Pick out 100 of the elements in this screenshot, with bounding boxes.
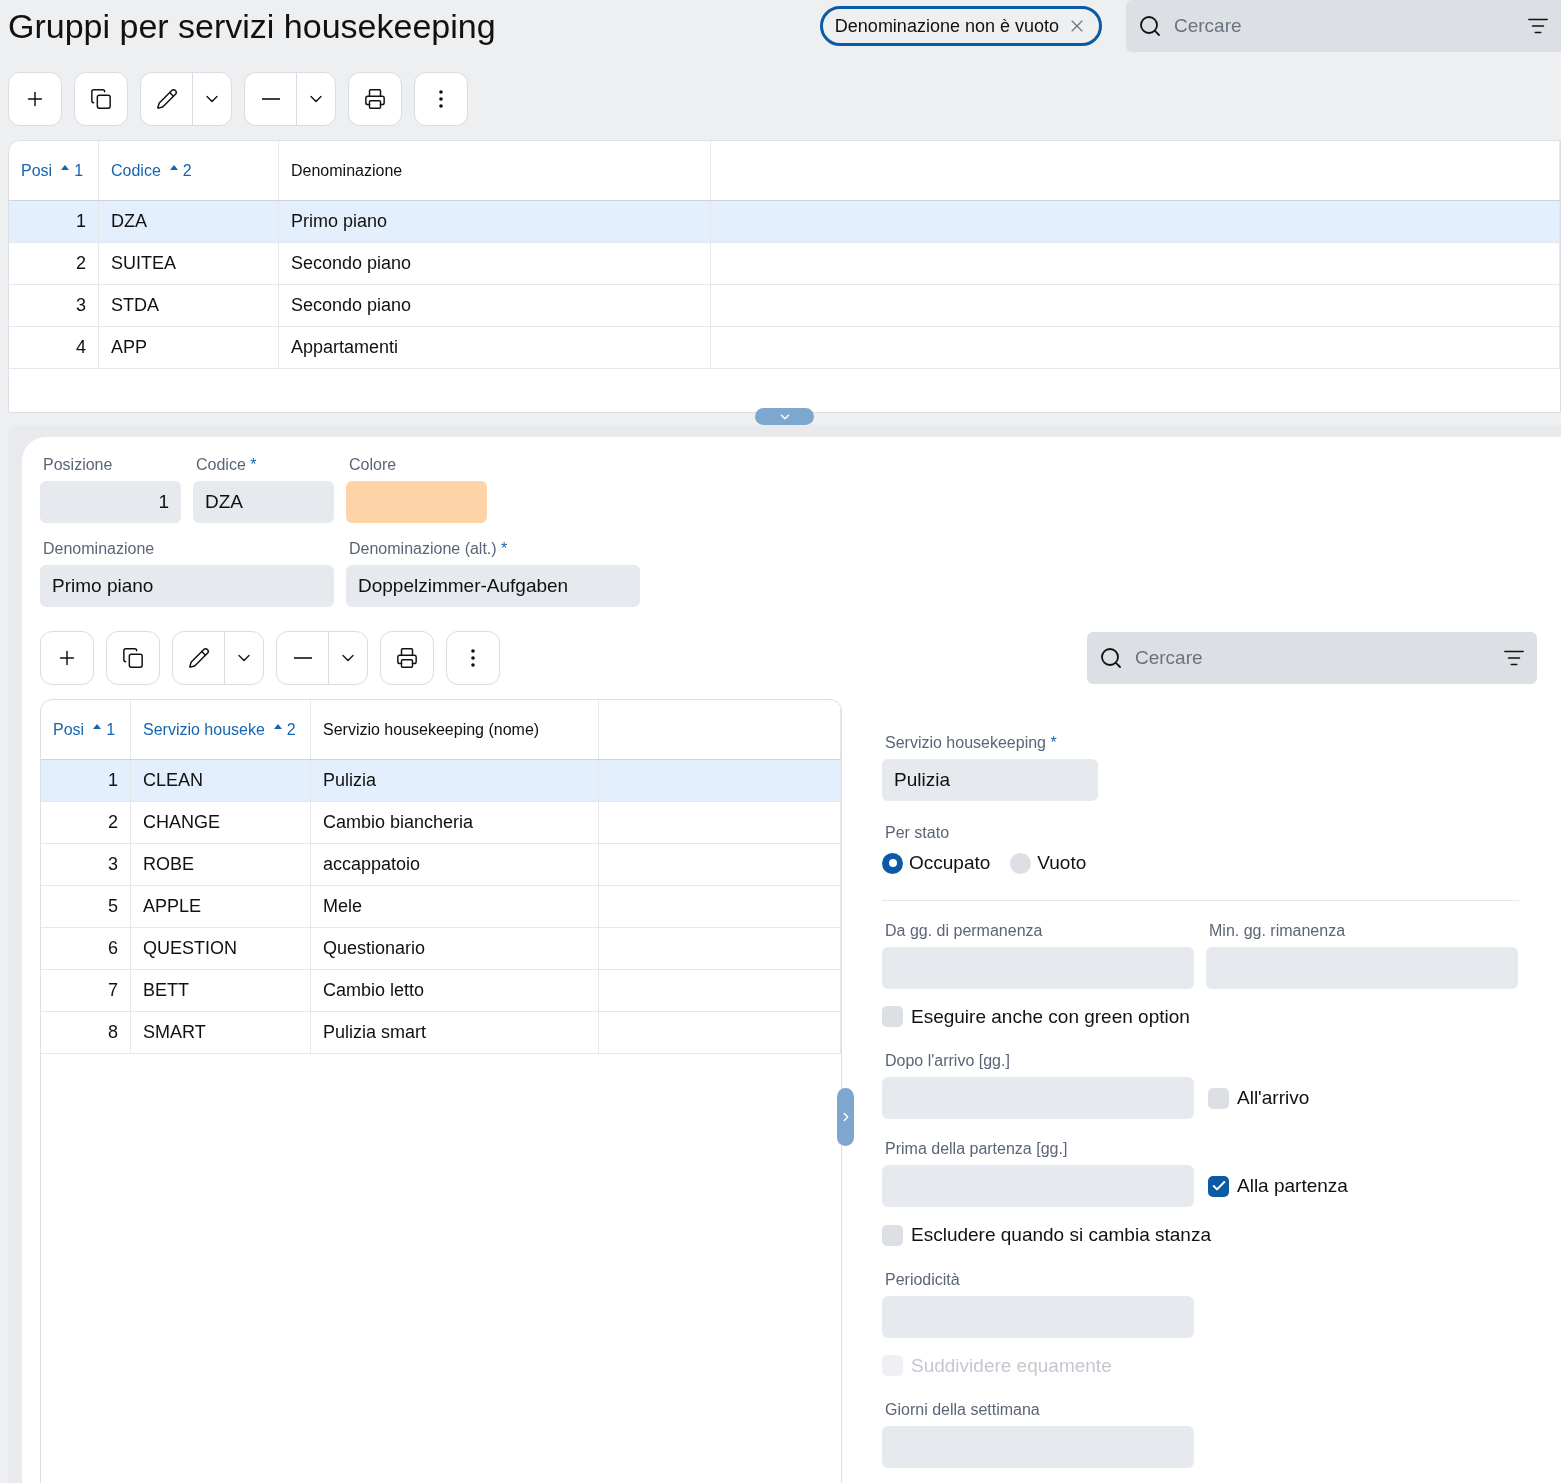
table-cell: Secondo piano: [279, 243, 711, 284]
radio-button[interactable]: [1010, 852, 1032, 874]
checkbox-label: Suddividere equamente: [911, 1353, 1112, 1378]
more-icon: [439, 90, 443, 108]
column-header[interactable]: Codice 2: [99, 141, 279, 200]
checkbox[interactable]: [882, 1224, 903, 1246]
field-label: Da gg. di permanenza: [884, 920, 1044, 941]
table-row[interactable]: 8 SMART Pulizia smart: [41, 1012, 841, 1054]
field-label: Dopo l'arrivo [gg.]: [884, 1052, 1011, 1069]
copy-button[interactable]: [74, 72, 128, 126]
checkbox[interactable]: [882, 1006, 903, 1028]
pencil-icon: [187, 647, 210, 669]
checkbox-label: All'arrivo: [1237, 1085, 1310, 1110]
table-row[interactable]: 7 BETT Cambio letto: [41, 970, 841, 1012]
table-cell: 3: [41, 844, 131, 885]
more-button[interactable]: [446, 631, 500, 685]
table-cell: QUESTION: [131, 928, 311, 969]
column-header[interactable]: Servizio houseke 2: [131, 700, 311, 759]
table-cell: 4: [9, 327, 99, 368]
radio-button[interactable]: [882, 852, 903, 874]
edit-button[interactable]: [172, 631, 264, 685]
input-field[interactable]: DZA: [193, 481, 334, 523]
table-cell: APP: [99, 327, 279, 368]
color-swatch[interactable]: [346, 481, 487, 523]
field-label: Prima della partenza [gg.]: [884, 1140, 1069, 1157]
input-field[interactable]: Pulizia: [882, 759, 1098, 801]
table-cell: Mele: [311, 886, 599, 927]
field-label: Posizione: [42, 455, 114, 475]
field-label: Per stato: [884, 824, 951, 841]
table-cell: Cambio letto: [311, 970, 599, 1011]
table-cell: 5: [41, 886, 131, 927]
copy-button[interactable]: [106, 631, 160, 685]
table-cell: Questionario: [311, 928, 599, 969]
printer-icon: [364, 88, 386, 110]
search-placeholder: Cercare: [1135, 645, 1204, 670]
input-field[interactable]: Doppelzimmer-Aufgaben: [346, 565, 640, 607]
checkbox-label: Eseguire anche con green option: [911, 1004, 1190, 1029]
table-row[interactable]: 3 STDA Secondo piano: [9, 285, 1560, 327]
copy-icon: [122, 647, 144, 669]
input-field[interactable]: [882, 1077, 1194, 1119]
radio-option[interactable]: Occupato: [882, 849, 991, 878]
table-row[interactable]: 4 APP Appartamenti: [9, 327, 1560, 369]
minus-icon: [261, 98, 280, 100]
checkbox-label: Alla partenza: [1237, 1173, 1348, 1198]
search-icon: [1138, 14, 1162, 38]
printer-icon: [396, 647, 418, 669]
sort-ascending-icon: [168, 163, 179, 170]
print-button[interactable]: [380, 631, 434, 685]
input-field[interactable]: 1: [40, 481, 181, 523]
table-row[interactable]: 5 APPLE Mele: [41, 886, 841, 928]
input-field[interactable]: [882, 1426, 1194, 1468]
table-row[interactable]: 1 DZA Primo piano: [9, 201, 1560, 243]
search-placeholder: Cercare: [1174, 13, 1243, 38]
sort-ascending-icon: [272, 722, 283, 729]
search-field[interactable]: Cercare: [1087, 632, 1537, 684]
table-row[interactable]: 3 ROBE accappatoio: [41, 844, 841, 886]
field-label: Codice *: [195, 455, 258, 475]
table-cell: 6: [41, 928, 131, 969]
table-cell: CLEAN: [131, 760, 311, 801]
add-button[interactable]: [8, 72, 62, 126]
table-cell: Pulizia: [311, 760, 599, 801]
search-field[interactable]: Cercare: [1126, 0, 1561, 52]
search-icon: [1099, 646, 1123, 670]
checkbox[interactable]: [1208, 1175, 1229, 1197]
column-header[interactable]: Servizio housekeeping (nome): [311, 700, 599, 759]
field-label: Denominazione (alt.) *: [348, 539, 509, 559]
table-row[interactable]: 1 CLEAN Pulizia: [41, 760, 841, 802]
table-row[interactable]: 2 CHANGE Cambio biancheria: [41, 802, 841, 844]
field-label: Min. gg. rimanenza: [1208, 920, 1347, 941]
input-field[interactable]: [882, 1295, 1194, 1338]
more-button[interactable]: [414, 72, 468, 126]
field-label: Giorni della settimana: [884, 1401, 1041, 1418]
checkbox-label: Escludere quando si cambia stanza: [911, 1223, 1211, 1247]
add-button[interactable]: [40, 631, 94, 685]
table-cell: CHANGE: [131, 802, 311, 843]
table-cell: 3: [9, 285, 99, 326]
side-collapse-handle[interactable]: [837, 1088, 854, 1146]
print-button[interactable]: [348, 72, 402, 126]
field-label: Colore: [348, 455, 398, 475]
filter-chip[interactable]: Denominazione non è vuoto: [819, 6, 1102, 46]
collapse-handle[interactable]: [755, 408, 814, 425]
table-cell: BETT: [131, 970, 311, 1011]
input-field[interactable]: [882, 946, 1194, 989]
table-row[interactable]: 2 SUITEA Secondo piano: [9, 243, 1560, 285]
column-header[interactable]: Posi 1: [41, 700, 131, 759]
edit-button[interactable]: [140, 72, 232, 126]
table-cell: SMART: [131, 1012, 311, 1053]
table-cell: 1: [9, 201, 99, 242]
table-cell: accappatoio: [311, 844, 599, 885]
column-header[interactable]: Posi 1: [9, 141, 99, 200]
radio-option[interactable]: Vuoto: [1010, 849, 1087, 878]
checkbox[interactable]: [1208, 1087, 1229, 1109]
column-header[interactable]: Denominazione: [279, 141, 711, 200]
input-field[interactable]: Primo piano: [40, 565, 334, 607]
table-cell: SUITEA: [99, 243, 279, 284]
input-field[interactable]: [1206, 946, 1518, 989]
table-row[interactable]: 6 QUESTION Questionario: [41, 928, 841, 970]
remove-button[interactable]: [276, 631, 368, 685]
input-field[interactable]: [882, 1165, 1194, 1207]
remove-button[interactable]: [244, 72, 336, 126]
